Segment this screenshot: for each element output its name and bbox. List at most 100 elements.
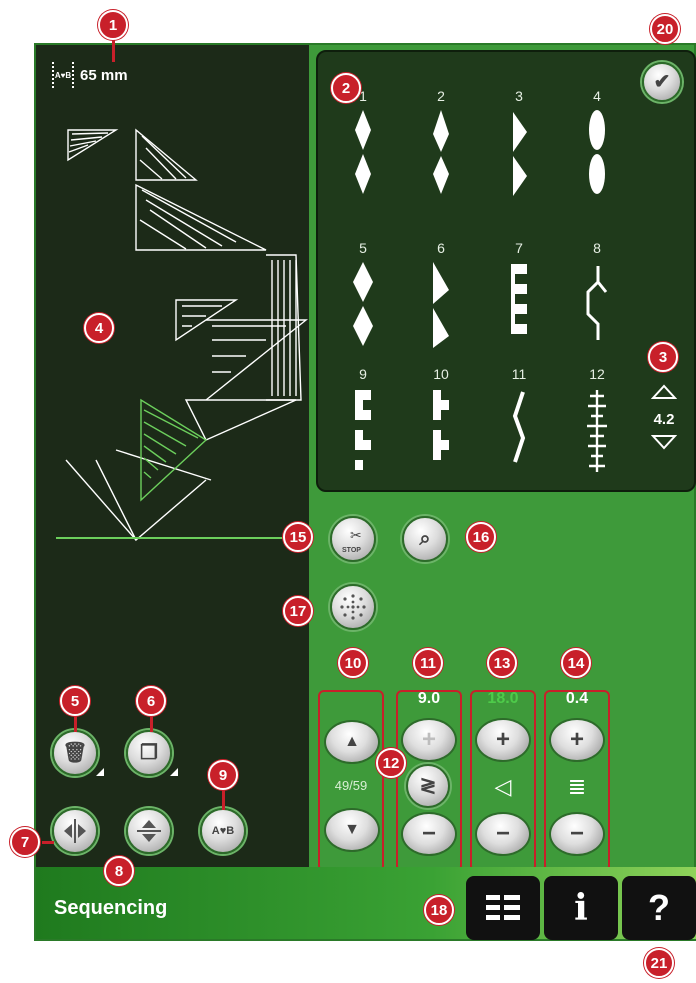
callout-13: 13	[487, 648, 517, 678]
mirror-side-button[interactable]	[52, 808, 98, 854]
stitch-width-minus-button[interactable]: −	[401, 812, 457, 856]
stitch-option[interactable]: 12	[567, 366, 627, 476]
curve-stitch-icon	[512, 391, 526, 463]
callout-21: 21	[644, 948, 674, 978]
delete-button[interactable]: 🗑	[52, 730, 104, 776]
info-button[interactable]: i	[544, 876, 618, 940]
pattern-view-button[interactable]	[330, 584, 376, 630]
stitch-option[interactable]: 1	[333, 88, 393, 198]
stitch-option[interactable]: 4	[567, 88, 627, 198]
tie-off-stop-button[interactable]: ✂ STOP	[330, 516, 376, 562]
mirror-end-button[interactable]	[126, 808, 172, 854]
triangle-stitch-icon	[433, 262, 449, 348]
stitch-length-icon: ◁	[494, 774, 512, 799]
svg-text:✂: ✂	[350, 528, 362, 544]
callout-18: 18	[424, 895, 454, 925]
callout-16: 16	[466, 522, 496, 552]
callout-1: 1	[98, 10, 128, 40]
stitch-number: 6	[437, 240, 445, 256]
stitch-option[interactable]: 2	[411, 88, 471, 198]
callout-4: 4	[84, 313, 114, 343]
duplicate-icon: ❐	[140, 742, 158, 764]
cursor-position: 49/59	[334, 778, 368, 793]
callout-11: 11	[413, 648, 443, 678]
callout-12: 12	[376, 748, 406, 778]
callout-17: 17	[283, 596, 313, 626]
mirror-side-icon	[64, 819, 86, 843]
callout-3: 3	[648, 342, 678, 372]
callout-10: 10	[338, 648, 368, 678]
menu-list-icon	[486, 895, 520, 920]
svg-text:STOP: STOP	[342, 547, 361, 554]
sequence-size-readout: A♥B 65 mm	[52, 62, 128, 88]
duplicate-button[interactable]: ❐	[126, 730, 178, 776]
feather-stitch-icon	[587, 390, 607, 472]
stitch-number: 9	[359, 366, 367, 382]
scissors-stop-icon: ✂ STOP	[342, 528, 362, 554]
stitch-number: 11	[511, 366, 527, 382]
zigzag-icon: ≷	[419, 775, 437, 797]
stitch-density-minus-button[interactable]: −	[549, 812, 605, 856]
callout-8: 8	[104, 856, 134, 886]
zoom-button[interactable]: ⌕	[402, 516, 448, 562]
stitch-number: 3	[515, 88, 523, 104]
stitch-width-mode-button[interactable]: ≷	[406, 764, 450, 808]
stitch-number: 10	[433, 366, 449, 382]
triangle-stitch-icon	[513, 112, 527, 196]
page: A♥B 65 mm 1 2 3 4 5 6 7 8 9 10 11 12 4.2…	[0, 0, 696, 983]
density-icon: ≣	[567, 774, 587, 799]
page-title: Sequencing	[54, 897, 168, 919]
ok-button[interactable]: ✔	[642, 62, 682, 102]
callout-5: 5	[60, 686, 90, 716]
scallop-stitch-icon	[586, 266, 608, 340]
satin-diamond-stitch-icon	[433, 110, 449, 194]
cursor-up-button[interactable]: ▲	[324, 720, 380, 764]
stitch-option[interactable]: 6	[411, 240, 471, 350]
sequence-size-value: 65 mm	[80, 66, 128, 84]
satin-diamond-stitch-icon	[355, 110, 371, 194]
menu-scroll-control: 4.2	[646, 384, 682, 455]
magnifier-icon: ⌕	[419, 528, 431, 550]
stitch-number: 5	[359, 240, 367, 256]
alphabet-icon: A♥B	[211, 824, 235, 837]
stitch-density-plus-button[interactable]: +	[549, 718, 605, 762]
stitch-number: 4	[593, 88, 601, 104]
satin-diamond-stitch-icon	[353, 262, 373, 346]
callout-15: 15	[283, 522, 313, 552]
scroll-up-icon[interactable]	[650, 384, 678, 400]
submenu-indicator	[170, 768, 178, 776]
stitch-number: 2	[437, 88, 445, 104]
submenu-indicator	[96, 768, 104, 776]
callout-7: 7	[10, 827, 40, 857]
stitch-option[interactable]: 3	[489, 88, 549, 198]
stitch-length-minus-button[interactable]: −	[475, 812, 531, 856]
stitch-option[interactable]: 9	[333, 366, 393, 476]
zigzag-block-stitch-icon	[511, 264, 527, 334]
question-icon: ?	[648, 887, 670, 928]
help-button[interactable]: ?	[622, 876, 696, 940]
callout-14: 14	[561, 648, 591, 678]
stitch-width-plus-button[interactable]: +	[401, 718, 457, 762]
scroll-value: 4.2	[653, 411, 675, 428]
sequence-stitch-graphic[interactable]	[36, 100, 308, 560]
alphabet-button[interactable]: A♥B	[200, 808, 246, 854]
stitch-option[interactable]: 7	[489, 240, 549, 350]
dotted-star-icon	[340, 594, 366, 620]
callout-2: 2	[331, 73, 361, 103]
satin-oval-stitch-icon	[589, 110, 605, 194]
stitch-option[interactable]: 11	[489, 366, 549, 476]
checkmark-icon: ✔	[653, 71, 671, 93]
cursor-down-button[interactable]: ▼	[324, 808, 380, 852]
info-icon: i	[574, 887, 588, 929]
callout-6: 6	[136, 686, 166, 716]
stitch-option[interactable]: 5	[333, 240, 393, 350]
callout-9: 9	[208, 760, 238, 790]
selection-menu-button[interactable]	[466, 876, 540, 940]
stitch-option[interactable]: 8	[567, 240, 627, 350]
stitch-length-plus-button[interactable]: +	[475, 718, 531, 762]
scroll-down-icon[interactable]	[650, 434, 678, 450]
stitch-option[interactable]: 10	[411, 366, 471, 476]
mirror-end-icon	[137, 820, 161, 842]
step-stitch-icon	[433, 390, 449, 460]
block-stitch-icon	[355, 390, 371, 470]
